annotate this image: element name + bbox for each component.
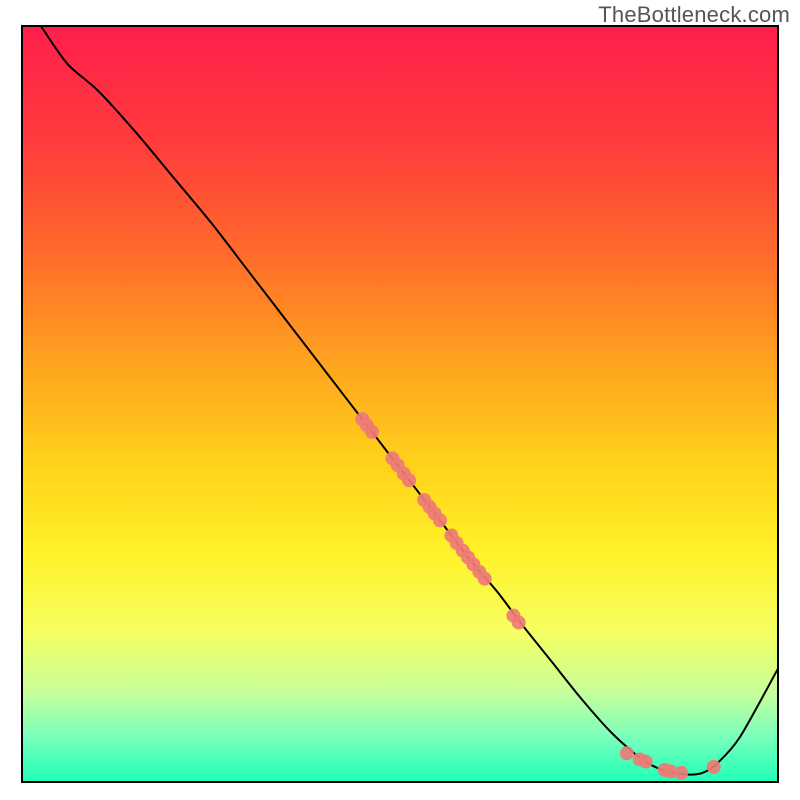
data-marker <box>402 473 416 487</box>
data-marker <box>674 766 688 780</box>
data-marker <box>639 755 653 769</box>
data-marker <box>512 615 526 629</box>
bottleneck-chart <box>0 0 800 800</box>
data-marker <box>433 513 447 527</box>
plot-area <box>22 26 778 782</box>
data-marker <box>478 572 492 586</box>
gradient-background <box>22 26 778 782</box>
data-marker <box>707 760 721 774</box>
chart-container: TheBottleneck.com <box>0 0 800 800</box>
watermark-text: TheBottleneck.com <box>598 2 790 28</box>
data-marker <box>620 746 634 760</box>
data-marker <box>365 425 379 439</box>
